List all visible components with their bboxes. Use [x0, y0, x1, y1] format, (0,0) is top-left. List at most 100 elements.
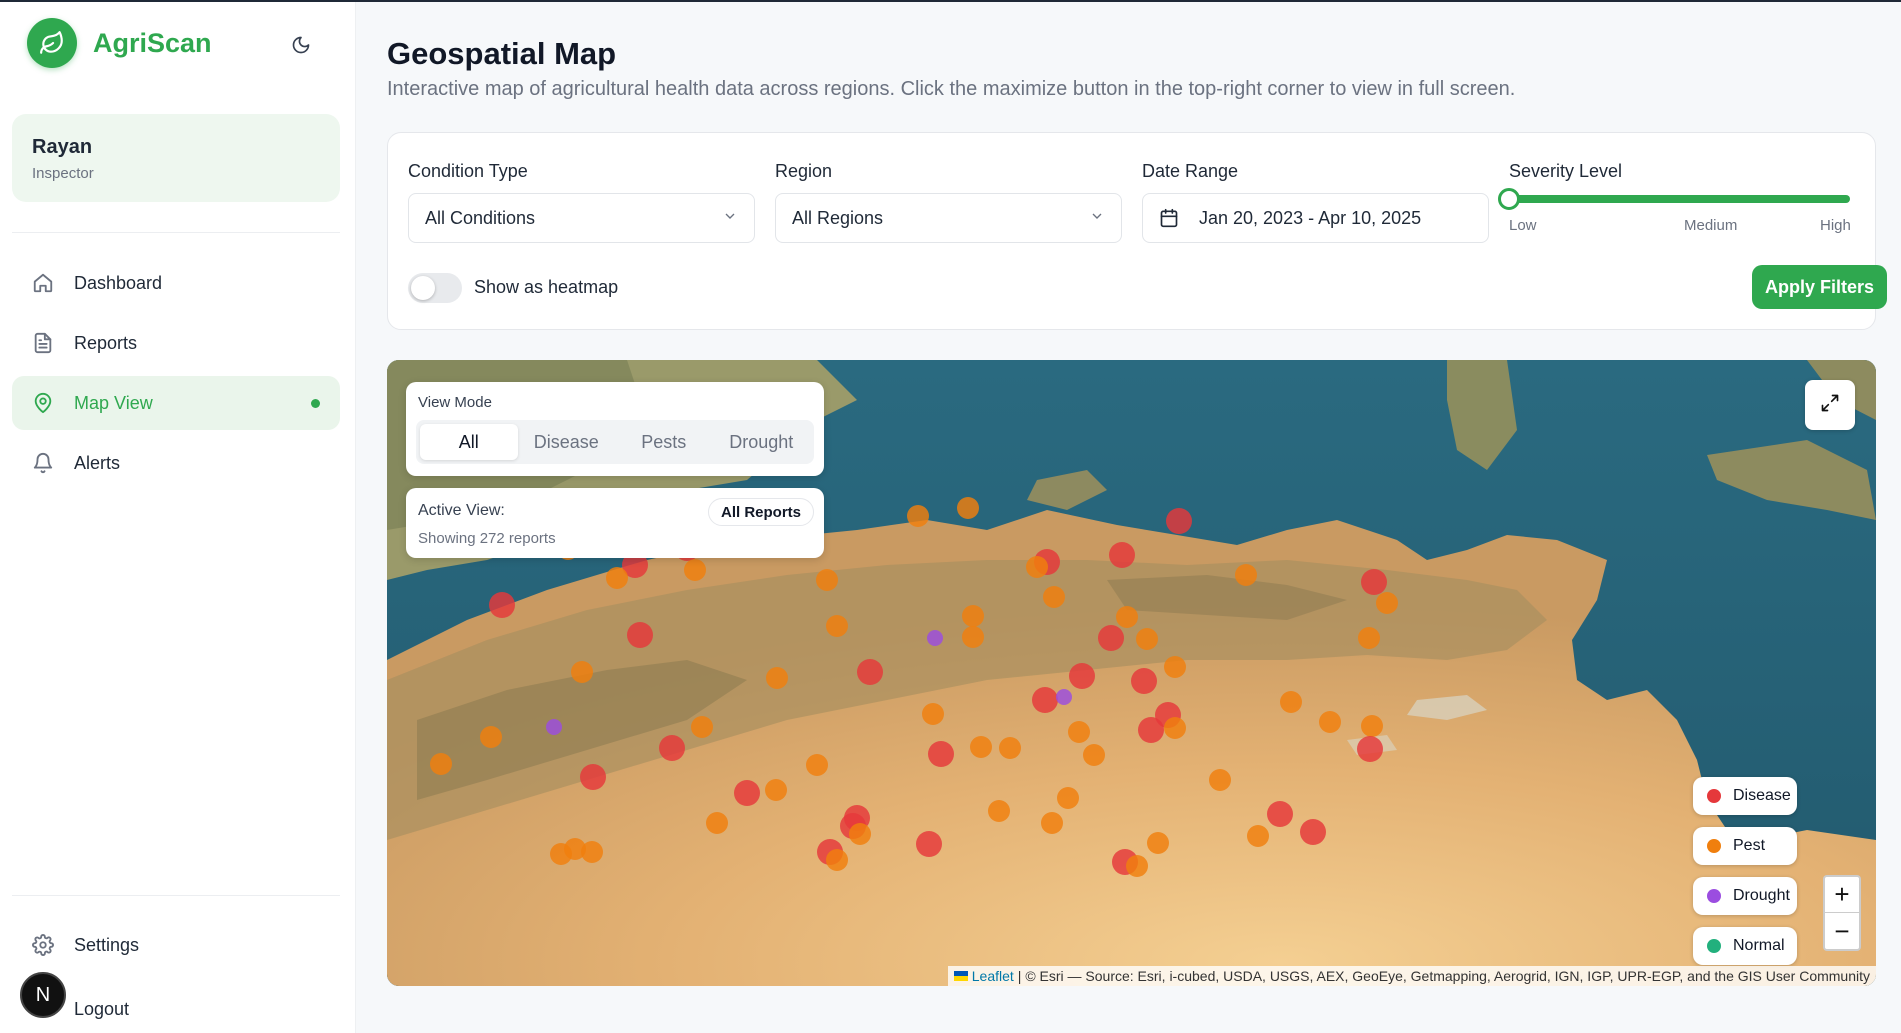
nav-label: Logout: [74, 998, 130, 1019]
pest-marker[interactable]: [1376, 592, 1398, 614]
disease-marker[interactable]: [659, 735, 685, 761]
maximize-button[interactable]: [1805, 380, 1855, 430]
severity-slider-track[interactable]: [1504, 195, 1850, 203]
home-icon: [30, 270, 56, 296]
tab-all[interactable]: All: [420, 424, 518, 460]
pest-marker[interactable]: [1209, 769, 1231, 791]
disease-marker[interactable]: [1267, 801, 1293, 827]
zoom-out-button[interactable]: −: [1825, 913, 1859, 949]
pest-marker[interactable]: [1147, 832, 1169, 854]
heatmap-toggle[interactable]: [408, 273, 462, 303]
drought-marker[interactable]: [927, 630, 943, 646]
nav-item-map-view[interactable]: Map View: [12, 376, 340, 430]
tab-disease[interactable]: Disease: [518, 424, 616, 460]
pest-marker[interactable]: [826, 615, 848, 637]
pest-marker[interactable]: [550, 843, 572, 865]
disease-marker[interactable]: [1109, 542, 1135, 568]
pest-marker[interactable]: [480, 726, 502, 748]
pest-marker[interactable]: [999, 737, 1021, 759]
pest-marker[interactable]: [684, 559, 706, 581]
legend-label: Disease: [1733, 787, 1791, 804]
apply-filters-button[interactable]: Apply Filters: [1752, 265, 1887, 309]
nav-item-alerts[interactable]: Alerts: [12, 436, 340, 490]
pest-marker[interactable]: [1116, 606, 1138, 628]
pest-marker[interactable]: [706, 812, 728, 834]
pest-marker[interactable]: [849, 823, 871, 845]
pest-marker[interactable]: [1235, 564, 1257, 586]
pest-marker[interactable]: [765, 779, 787, 801]
map-container[interactable]: View Mode All Disease Pests Drought Acti…: [387, 360, 1876, 986]
disease-marker[interactable]: [1098, 625, 1124, 651]
pest-marker[interactable]: [1083, 744, 1105, 766]
pest-marker[interactable]: [1358, 627, 1380, 649]
brand[interactable]: AgriScan: [27, 18, 212, 68]
pest-marker[interactable]: [1319, 711, 1341, 733]
disease-marker[interactable]: [1361, 569, 1387, 595]
pest-marker[interactable]: [957, 497, 979, 519]
zoom-in-button[interactable]: +: [1825, 877, 1859, 913]
user-name: Rayan: [32, 136, 93, 158]
disease-marker[interactable]: [1069, 663, 1095, 689]
nav-label: Settings: [74, 934, 140, 955]
pest-marker[interactable]: [806, 754, 828, 776]
pest-marker[interactable]: [1164, 717, 1186, 739]
disease-marker[interactable]: [1032, 687, 1058, 713]
disease-marker[interactable]: [1131, 668, 1157, 694]
pest-marker[interactable]: [1247, 825, 1269, 847]
pest-marker[interactable]: [962, 626, 984, 648]
nav-label: Map View: [74, 392, 153, 413]
drought-marker[interactable]: [546, 719, 562, 735]
pest-marker[interactable]: [1280, 691, 1302, 713]
nav-item-reports[interactable]: Reports: [12, 316, 340, 370]
pest-marker[interactable]: [1136, 628, 1158, 650]
pest-marker[interactable]: [766, 667, 788, 689]
pest-marker[interactable]: [571, 661, 593, 683]
pest-marker[interactable]: [1164, 656, 1186, 678]
pest-marker[interactable]: [826, 849, 848, 871]
drought-marker[interactable]: [1056, 689, 1072, 705]
pest-marker[interactable]: [1068, 721, 1090, 743]
disease-marker[interactable]: [1300, 819, 1326, 845]
avatar[interactable]: N: [20, 972, 66, 1018]
pest-marker[interactable]: [430, 753, 452, 775]
disease-marker[interactable]: [928, 741, 954, 767]
pest-marker[interactable]: [1361, 715, 1383, 737]
pest-marker[interactable]: [581, 841, 603, 863]
nav-item-settings[interactable]: Settings: [12, 918, 340, 972]
nav-item-dashboard[interactable]: Dashboard: [12, 256, 340, 310]
pest-marker[interactable]: [1026, 556, 1048, 578]
pest-marker[interactable]: [970, 736, 992, 758]
pest-marker[interactable]: [922, 703, 944, 725]
legend-label: Drought: [1733, 887, 1790, 904]
pest-marker[interactable]: [1057, 787, 1079, 809]
pest-marker[interactable]: [691, 716, 713, 738]
disease-marker[interactable]: [1138, 717, 1164, 743]
disease-marker[interactable]: [627, 622, 653, 648]
disease-marker[interactable]: [489, 592, 515, 618]
disease-marker[interactable]: [857, 659, 883, 685]
pest-marker[interactable]: [1041, 812, 1063, 834]
legend-dot: [1707, 889, 1721, 903]
leaflet-link[interactable]: Leaflet: [972, 968, 1014, 984]
disease-marker[interactable]: [1166, 508, 1192, 534]
pest-marker[interactable]: [1126, 855, 1148, 877]
disease-marker[interactable]: [734, 780, 760, 806]
disease-marker[interactable]: [580, 764, 606, 790]
pest-marker[interactable]: [988, 800, 1010, 822]
disease-marker[interactable]: [916, 831, 942, 857]
region-select[interactable]: All Regions: [775, 193, 1122, 243]
moon-icon[interactable]: [288, 32, 314, 58]
pest-marker[interactable]: [606, 567, 628, 589]
tab-drought[interactable]: Drought: [713, 424, 811, 460]
pest-marker[interactable]: [816, 569, 838, 591]
severity-slider-thumb[interactable]: [1498, 188, 1520, 210]
pest-marker[interactable]: [1043, 586, 1065, 608]
tab-pests[interactable]: Pests: [615, 424, 713, 460]
legend-dot: [1707, 839, 1721, 853]
pest-marker[interactable]: [962, 605, 984, 627]
legend-normal: Normal: [1693, 927, 1797, 965]
date-range-picker[interactable]: Jan 20, 2023 - Apr 10, 2025: [1142, 193, 1489, 243]
disease-marker[interactable]: [1357, 736, 1383, 762]
condition-type-select[interactable]: All Conditions: [408, 193, 755, 243]
pest-marker[interactable]: [907, 505, 929, 527]
